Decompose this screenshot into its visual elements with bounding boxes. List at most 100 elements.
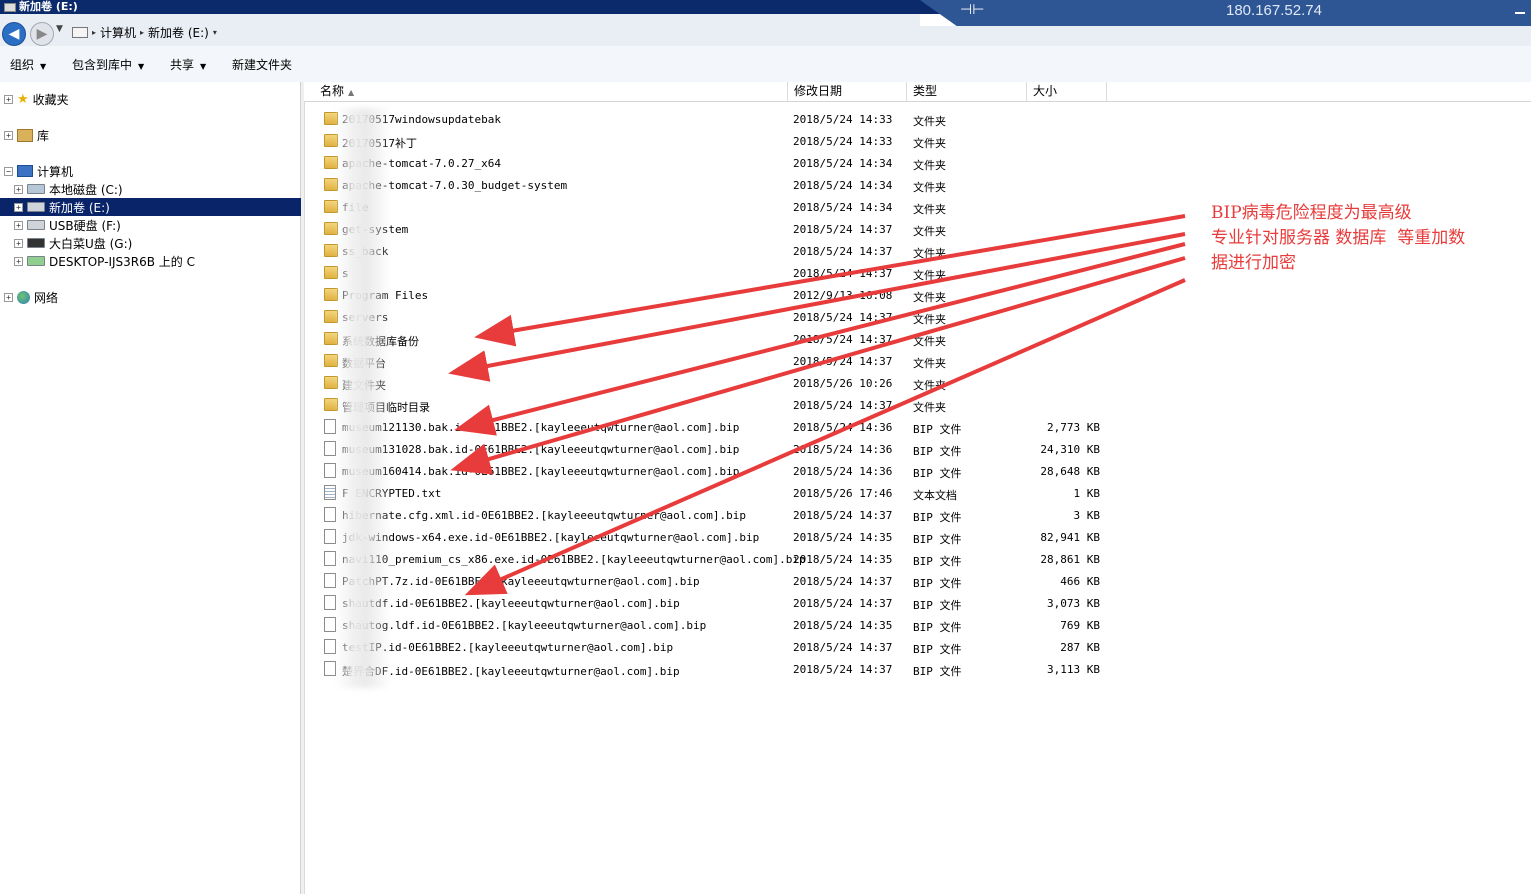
file-type: BIP 文件	[913, 599, 962, 612]
file-date: 2018/5/24 14:33	[793, 113, 893, 126]
collapse-icon[interactable]: −	[4, 166, 13, 176]
file-row[interactable]: 数据平台2018/5/24 14:37文件夹	[304, 351, 1104, 373]
tree-item-drive-c[interactable]: + 本地磁盘 (C:)	[14, 180, 123, 198]
file-row[interactable]: shautdf.id-0E61BBE2.[kayleeeutqwturner@a…	[304, 593, 1104, 615]
navigation-pane: + ★ 收藏夹 + 库 − 计算机 + 本地磁盘 (C:) + 新加卷 (E:) + USB硬…	[0, 82, 301, 894]
organize-button[interactable]: 组织 ▼	[10, 56, 46, 73]
tree-item-label: DESKTOP-IJS3R6B 上的 C	[49, 254, 195, 269]
file-row[interactable]: s2018/5/24 14:37文件夹	[304, 263, 1104, 285]
file-row[interactable]: 管理项目临时目录2018/5/24 14:37文件夹	[304, 395, 1104, 417]
expand-icon[interactable]: +	[14, 256, 23, 266]
tree-item-network-drive[interactable]: + DESKTOP-IJS3R6B 上的 C	[14, 252, 195, 270]
file-type: 文件夹	[913, 225, 946, 238]
file-row[interactable]: Program Files2012/9/13 16:08文件夹	[304, 285, 1104, 307]
drive-icon	[27, 220, 45, 230]
file-date: 2018/5/24 14:34	[793, 179, 893, 192]
expand-icon[interactable]: +	[4, 130, 13, 140]
file-row[interactable]: apache-tomcat-7.0.30_budget-system 2018/5…	[304, 175, 1104, 197]
column-header-name[interactable]: 名称 ▲	[314, 82, 788, 101]
file-size: 1 KB	[1073, 487, 1101, 500]
file-row[interactable]: 20170517windowsupdatebak 2018/5/24 14:33 文…	[304, 109, 1104, 131]
tree-item-drive-e[interactable]: + 新加卷 (E:)	[0, 198, 301, 216]
breadcrumb-item-drive[interactable]: 新加卷 (E:)	[148, 24, 209, 41]
chevron-right-icon[interactable]: ▸	[140, 28, 144, 37]
expand-icon[interactable]: +	[4, 94, 13, 104]
chevron-right-icon[interactable]: ▸	[92, 28, 96, 37]
column-header-date[interactable]: 修改日期	[788, 82, 907, 101]
file-row[interactable]: museum121130.bak.id-0E61BBE2.[kayleeeutq…	[304, 417, 1104, 439]
file-row[interactable]: servers2018/5/24 14:37文件夹	[304, 307, 1104, 329]
expand-icon[interactable]: +	[14, 184, 23, 194]
file-row[interactable]: get-system2018/5/24 14:37文件夹	[304, 219, 1104, 241]
tree-item-computer[interactable]: − 计算机	[4, 162, 73, 180]
command-toolbar: 组织 ▼ 包含到库中 ▼ 共享 ▼ 新建文件夹	[0, 46, 1531, 83]
include-library-label: 包含到库中	[72, 58, 133, 72]
back-button[interactable]: ◀	[2, 22, 26, 46]
file-row[interactable]: museum131028.bak.id-0E61BBE2.[kayleeeutq…	[304, 439, 1104, 461]
file-row[interactable]: shautog.ldf.id-0E61BBE2.[kayleeeutqwturn…	[304, 615, 1104, 637]
file-row[interactable]: hibernate.cfg.xml.id-0E61BBE2.[kayleeeut…	[304, 505, 1104, 527]
column-header-size-label: 大小	[1033, 84, 1058, 98]
file-type: 文件夹	[913, 313, 946, 326]
column-header-name-label: 名称	[320, 84, 345, 98]
file-row[interactable]: 楚界合DF.id-0E61BBE2.[kayleeeutqwturner@aol…	[304, 659, 1104, 681]
file-type: BIP 文件	[913, 577, 962, 590]
file-row[interactable]: navi110_premium_cs_x86.exe.id-0E61BBE2.[…	[304, 549, 1104, 571]
file-row[interactable]: ss_back2018/5/24 14:37文件夹	[304, 241, 1104, 263]
chevron-down-icon[interactable]: ▾	[213, 28, 217, 37]
address-bar: ◀ ▶ ▼ ▸ 计算机 ▸ 新加卷 (E:) ▾	[0, 14, 920, 46]
file-row[interactable]: museum160414.bak.id-0E61BBE2.[kayleeeutq…	[304, 461, 1104, 483]
file-row[interactable]: testIP.id-0E61BBE2.[kayleeeutqwturner@ao…	[304, 637, 1104, 659]
file-row[interactable]: 系统数据库备份2018/5/24 14:37文件夹	[304, 329, 1104, 351]
chevron-down-icon: ▼	[200, 62, 207, 71]
drive-icon	[4, 2, 16, 12]
tree-item-drive-g[interactable]: + 大白菜U盘 (G:)	[14, 234, 132, 252]
file-row[interactable]: F ENCRYPTED.txt 2018/5/26 17:46 文本文档 1 KB	[304, 483, 1104, 505]
pin-icon[interactable]: ⊣⊢	[960, 2, 984, 18]
file-date: 2018/5/24 14:37	[793, 333, 893, 346]
expand-icon[interactable]: +	[14, 238, 23, 248]
file-name: museum131028.bak.id-0E61BBE2.[kayleeeutq…	[342, 443, 740, 456]
tree-item-favorites[interactable]: + ★ 收藏夹	[4, 90, 69, 108]
virus-warning-annotation: BIP病毒危险程度为最高级 专业针对服务器 数据库 等重加数 据进行加密	[1211, 201, 1521, 276]
expand-icon[interactable]: +	[14, 220, 23, 230]
file-type: 文本文档	[913, 489, 957, 502]
file-row[interactable]: PatchPT.7z.id-0E61BBE2.[kayleeeutqwturne…	[304, 571, 1104, 593]
expand-icon[interactable]: +	[14, 202, 23, 212]
column-header-date-label: 修改日期	[794, 84, 843, 98]
column-header-size[interactable]: 大小	[1027, 82, 1107, 101]
minimize-icon[interactable]	[1515, 12, 1525, 14]
remote-ip: 180.167.52.74	[1226, 2, 1322, 19]
breadcrumb-item-computer[interactable]: 计算机	[100, 24, 136, 41]
file-date: 2018/5/24 14:33	[793, 135, 893, 148]
file-row[interactable]: file2018/5/24 14:34文件夹	[304, 197, 1104, 219]
new-folder-button[interactable]: 新建文件夹	[232, 56, 292, 73]
tree-item-network[interactable]: + 网络	[4, 288, 58, 306]
file-type: 文件夹	[913, 379, 946, 392]
breadcrumb[interactable]: ▸ 计算机 ▸ 新加卷 (E:) ▾	[72, 22, 217, 42]
file-size: 3,113 KB	[1047, 663, 1100, 676]
history-dropdown-icon[interactable]: ▼	[56, 24, 63, 34]
expand-icon[interactable]: +	[4, 292, 13, 302]
tree-item-label: 新加卷 (E:)	[49, 200, 110, 215]
tree-item-drive-f[interactable]: + USB硬盘 (F:)	[14, 216, 121, 234]
file-type: 文件夹	[913, 335, 946, 348]
file-row[interactable]: apache-tomcat-7.0.27_x64 2018/5/24 14:34 文…	[304, 153, 1104, 175]
file-row[interactable]: 20170517补丁2018/5/24 14:33文件夹	[304, 131, 1104, 153]
file-type: 文件夹	[913, 115, 946, 128]
tree-item-label: 计算机	[37, 164, 74, 179]
share-button[interactable]: 共享 ▼	[170, 56, 206, 73]
file-size: 24,310 KB	[1040, 443, 1100, 456]
file-row[interactable]: jdk-windows-x64.exe.id-0E61BBE2.[kayleee…	[304, 527, 1104, 549]
file-type: BIP 文件	[913, 621, 962, 634]
file-row[interactable]: 建文件夹2018/5/26 10:26文件夹	[304, 373, 1104, 395]
column-header-type[interactable]: 类型	[907, 82, 1027, 101]
file-date: 2018/5/24 14:37	[793, 245, 893, 258]
file-name: shautog.ldf.id-0E61BBE2.[kayleeeutqwturn…	[342, 619, 707, 632]
include-library-button[interactable]: 包含到库中 ▼	[72, 56, 144, 73]
forward-button[interactable]: ▶	[30, 22, 54, 46]
window-title: 新加卷 (E:)	[4, 0, 78, 14]
file-type: BIP 文件	[913, 511, 962, 524]
chevron-down-icon: ▼	[40, 62, 47, 71]
tree-item-library[interactable]: + 库	[4, 126, 49, 144]
